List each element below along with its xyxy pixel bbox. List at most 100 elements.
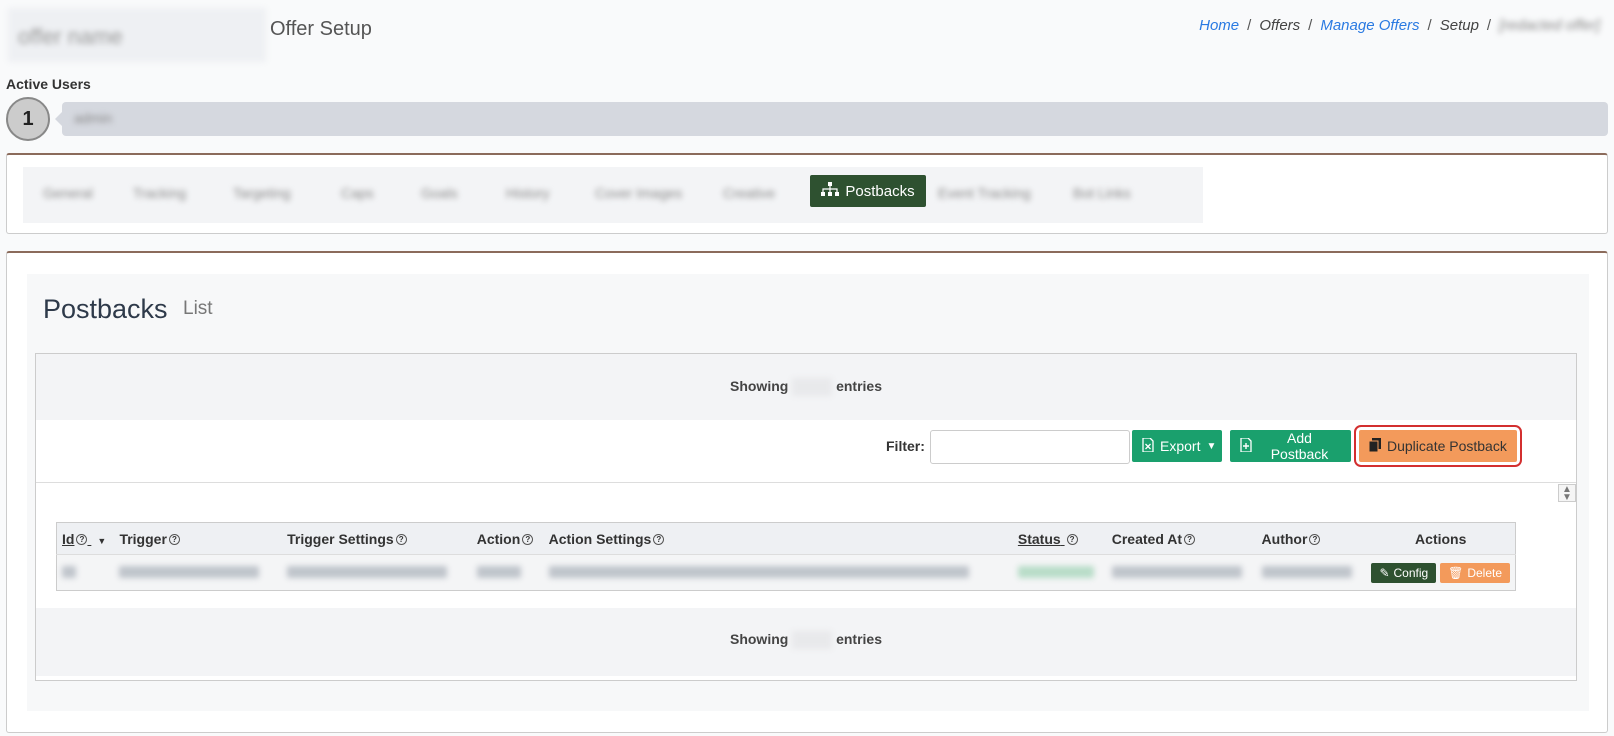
tab-redacted[interactable]: General [43, 177, 93, 209]
cell-trigger-redacted [114, 554, 283, 591]
column-action-settings[interactable]: Action Settings? [543, 522, 1013, 555]
column-trigger[interactable]: Trigger? [114, 522, 283, 555]
help-icon: ? [1184, 534, 1196, 546]
column-actions-label: Actions [1415, 530, 1467, 547]
help-icon: ? [168, 534, 180, 546]
column-action-settings-label: Action Settings [548, 530, 652, 547]
tab-redacted[interactable]: Bot Links [1073, 177, 1131, 209]
column-trigger-label: Trigger [119, 530, 167, 547]
tab-redacted[interactable]: Targeting [233, 177, 291, 209]
column-actions: Actions [1366, 522, 1516, 555]
column-author[interactable]: Author? [1256, 522, 1367, 555]
showing-prefix: Showing [729, 631, 789, 647]
breadcrumb-setup: Setup [1439, 17, 1479, 34]
help-icon: ? [653, 534, 665, 546]
table-header-row: Id? ▼ Trigger? Trigger Settings? Action?… [56, 522, 1516, 555]
help-icon: ? [76, 534, 88, 546]
table-resize-handle[interactable]: ▲ ▼ [1558, 484, 1576, 503]
tab-redacted[interactable]: Caps [341, 177, 374, 209]
offer-tabs-panel: General Tracking Targeting Caps Goals Hi… [6, 153, 1608, 234]
file-excel-icon [1142, 436, 1154, 455]
column-id[interactable]: Id? ▼ [56, 522, 115, 555]
breadcrumb-offers: Offers [1259, 17, 1301, 34]
trash-icon: 🗑 [1448, 565, 1464, 580]
breadcrumb-separator: / [1247, 17, 1252, 34]
tab-postbacks-label: Postbacks [845, 182, 915, 200]
offer-name-redacted: offer name [8, 8, 266, 62]
column-trigger-settings[interactable]: Trigger Settings? [282, 522, 472, 555]
export-button[interactable]: Export ▼ [1132, 430, 1222, 462]
tab-postbacks[interactable]: Postbacks [810, 175, 926, 207]
duplicate-postback-label: Duplicate Postback [1387, 438, 1507, 454]
table-row: ✎ Config 🗑 Delete [56, 554, 1516, 591]
help-icon: ? [522, 534, 534, 546]
offer-tabs-redacted: General Tracking Targeting Caps Goals Hi… [23, 167, 1203, 223]
filter-input[interactable] [930, 430, 1130, 464]
tab-redacted[interactable]: Cover Images [595, 177, 682, 209]
column-status-label: Status [1017, 530, 1061, 547]
tab-redacted[interactable]: Tracking [133, 177, 186, 209]
cell-action-settings-redacted [543, 554, 1013, 591]
breadcrumb-home-link[interactable]: Home [1199, 17, 1239, 34]
breadcrumb-separator: / [1486, 17, 1492, 34]
breadcrumb-separator: / [1308, 17, 1313, 34]
cell-id-redacted [56, 554, 115, 591]
export-label: Export [1160, 438, 1201, 454]
help-icon: ? [395, 534, 407, 546]
file-plus-icon [1240, 436, 1252, 455]
edit-icon: ✎ [1379, 565, 1390, 580]
cell-actions: ✎ Config 🗑 Delete [1366, 554, 1516, 591]
help-icon: ? [1066, 534, 1078, 546]
column-id-label: Id [62, 530, 75, 547]
tab-redacted[interactable]: Goals [421, 177, 458, 209]
toolbar-divider [36, 482, 1576, 483]
showing-count-redacted [792, 631, 833, 650]
breadcrumb: Home / Offers / Manage Offers / Setup / … [1199, 17, 1600, 34]
breadcrumb-manage-offers-link[interactable]: Manage Offers [1320, 17, 1419, 34]
showing-entries-bottom: Showing entries [36, 631, 1576, 650]
showing-prefix: Showing [729, 378, 789, 394]
filter-label: Filter: [886, 438, 925, 454]
column-author-label: Author [1261, 530, 1308, 547]
cell-status-redacted [1012, 554, 1107, 591]
column-action-label: Action [476, 530, 521, 547]
delete-label: Delete [1467, 565, 1502, 580]
active-users-bar: admin [55, 102, 1608, 136]
showing-count-redacted [792, 378, 833, 397]
cell-author-redacted [1256, 554, 1367, 591]
duplicate-postback-button[interactable]: Duplicate Postback [1354, 425, 1522, 467]
tab-redacted[interactable]: Event Tracking [938, 177, 1031, 209]
active-users-count: 1 [6, 97, 50, 141]
sort-desc-icon: ▼ [97, 535, 107, 546]
postbacks-table-wrapper: Showing entries Filter: Export ▼ Add Pos… [35, 353, 1577, 681]
help-icon: ? [1309, 534, 1321, 546]
add-postback-label: Add Postback [1270, 430, 1329, 462]
column-trigger-settings-label: Trigger Settings [287, 530, 394, 547]
delete-button[interactable]: 🗑 Delete [1440, 562, 1510, 583]
config-label: Config [1393, 565, 1429, 580]
cell-trigger-settings-redacted [282, 554, 472, 591]
active-users-label: Active Users [6, 76, 91, 92]
sitemap-icon [821, 182, 840, 200]
caret-down-icon: ▼ [1206, 440, 1217, 452]
column-created-at[interactable]: Created At? [1106, 522, 1257, 555]
page-title: Offer Setup [270, 18, 372, 40]
section-title: Postbacks [43, 294, 168, 324]
showing-entries-top: Showing entries [36, 378, 1576, 397]
cell-action-redacted [471, 554, 544, 591]
config-button[interactable]: ✎ Config [1371, 562, 1437, 583]
tab-redacted[interactable]: History [506, 177, 550, 209]
postbacks-table: Id? ▼ Trigger? Trigger Settings? Action?… [56, 522, 1516, 591]
column-created-at-label: Created At [1111, 530, 1183, 547]
breadcrumb-separator: / [1427, 17, 1432, 34]
add-postback-button[interactable]: Add Postback [1230, 430, 1351, 462]
showing-suffix: entries [836, 631, 883, 647]
column-action[interactable]: Action? [471, 522, 544, 555]
tab-redacted[interactable]: Creative [723, 177, 775, 209]
cell-created-at-redacted [1106, 554, 1257, 591]
copy-icon [1368, 437, 1381, 455]
showing-suffix: entries [836, 378, 883, 394]
column-status[interactable]: Status ? [1012, 522, 1107, 555]
active-user-name-redacted: admin [74, 110, 113, 126]
section-subtitle: List [183, 298, 213, 319]
